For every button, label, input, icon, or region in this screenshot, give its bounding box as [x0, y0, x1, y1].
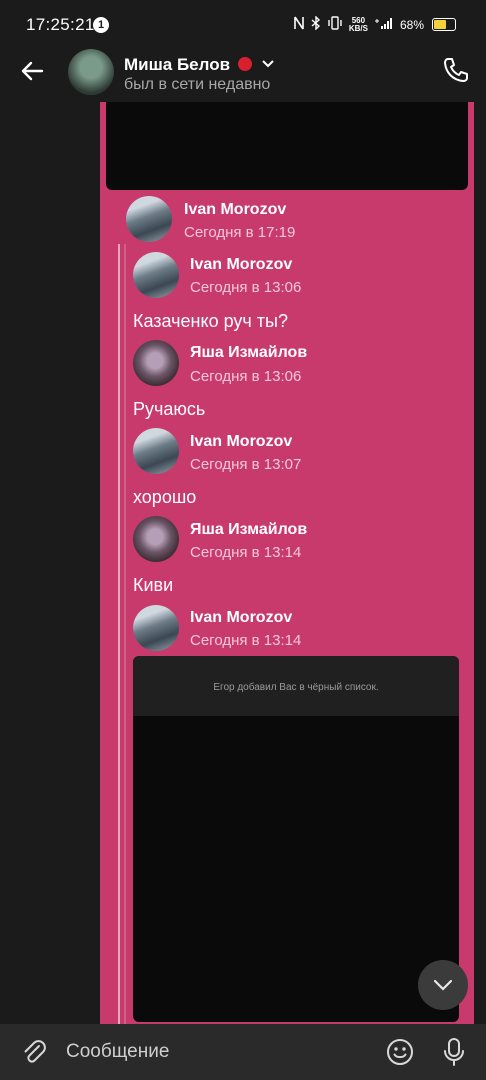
sender-avatar[interactable]: [133, 516, 179, 562]
sender-avatar[interactable]: [133, 605, 179, 651]
chevron-down-icon: [261, 53, 274, 73]
message-text: Киви: [133, 575, 174, 595]
status-icons: 560 KB/S 68%: [293, 15, 456, 33]
vibrate-icon: [327, 16, 343, 33]
smiley-icon: [387, 1039, 413, 1065]
message-composer: [0, 1024, 486, 1080]
sender-avatar[interactable]: [133, 252, 179, 298]
sender-name[interactable]: Яша Измайлов: [190, 344, 307, 362]
message-time: Сегодня в 13:14: [190, 632, 302, 649]
status-time: 17:25:21: [26, 15, 95, 34]
message-time: Сегодня в 13:06: [190, 368, 302, 385]
network-speed-unit: KB/S: [348, 23, 368, 33]
chat-area[interactable]: Ivan Morozov Сегодня в 17:19 Ivan Morozo…: [0, 102, 486, 1024]
nfc-icon: [293, 16, 305, 33]
attachment-caption: Егор добавил Вас в чёрный список.: [213, 682, 379, 693]
sender-name[interactable]: Яша Измайлов: [190, 521, 307, 539]
message-time: Сегодня в 13:14: [190, 544, 302, 561]
voice-message-button[interactable]: [441, 1037, 467, 1067]
message-time: Сегодня в 13:06: [190, 279, 302, 296]
contact-name-row[interactable]: Миша Белов: [124, 53, 274, 75]
nested-forward-line: [118, 244, 120, 1024]
phone-icon: [444, 58, 468, 82]
chat-header: Миша Белов был в сети недавно: [0, 46, 486, 102]
emoji-button[interactable]: [386, 1038, 414, 1066]
message-text: Ручаюсь: [133, 399, 206, 419]
spider-mask-emoji-icon: [237, 57, 252, 71]
chevron-down-icon: [433, 979, 453, 991]
message-input[interactable]: [56, 1032, 396, 1072]
sender-name[interactable]: Ivan Morozov: [190, 256, 292, 274]
message-text: хорошо: [133, 487, 197, 507]
arrow-left-icon: [21, 61, 44, 81]
sender-avatar[interactable]: [126, 196, 172, 242]
previous-media-preview[interactable]: [106, 102, 468, 190]
notification-count-badge: 1: [93, 17, 109, 33]
network-speed: 560 KB/S: [348, 16, 368, 33]
back-button[interactable]: [18, 56, 48, 86]
contact-name: Миша Белов: [124, 55, 231, 74]
nested-forward-line-inner: [124, 244, 126, 1024]
sender-name[interactable]: Ivan Morozov: [190, 433, 292, 451]
battery-percent: 68%: [399, 17, 424, 32]
sender-name[interactable]: Ivan Morozov: [190, 609, 292, 627]
battery-icon: [432, 18, 456, 31]
contact-status: был в сети недавно: [124, 76, 271, 93]
screenshot-attachment[interactable]: Егор добавил Вас в чёрный список.: [133, 656, 459, 1022]
signal-icon: [374, 17, 394, 33]
call-button[interactable]: [442, 56, 470, 84]
sender-avatar[interactable]: [133, 340, 179, 386]
sender-name[interactable]: Ivan Morozov: [184, 201, 286, 219]
message-text: Казаченко руч ты?: [133, 311, 288, 331]
bluetooth-icon: [311, 15, 321, 33]
attach-button[interactable]: [20, 1038, 48, 1066]
status-bar: 17:25:21 1 560 KB/S 68%: [0, 0, 486, 46]
message-time: Сегодня в 13:07: [190, 456, 302, 473]
sender-avatar[interactable]: [133, 428, 179, 474]
message-time: Сегодня в 17:19: [184, 224, 296, 241]
contact-avatar[interactable]: [68, 49, 114, 95]
microphone-icon: [444, 1038, 464, 1066]
scroll-down-button[interactable]: [418, 960, 468, 1010]
paperclip-icon: [24, 1040, 46, 1063]
